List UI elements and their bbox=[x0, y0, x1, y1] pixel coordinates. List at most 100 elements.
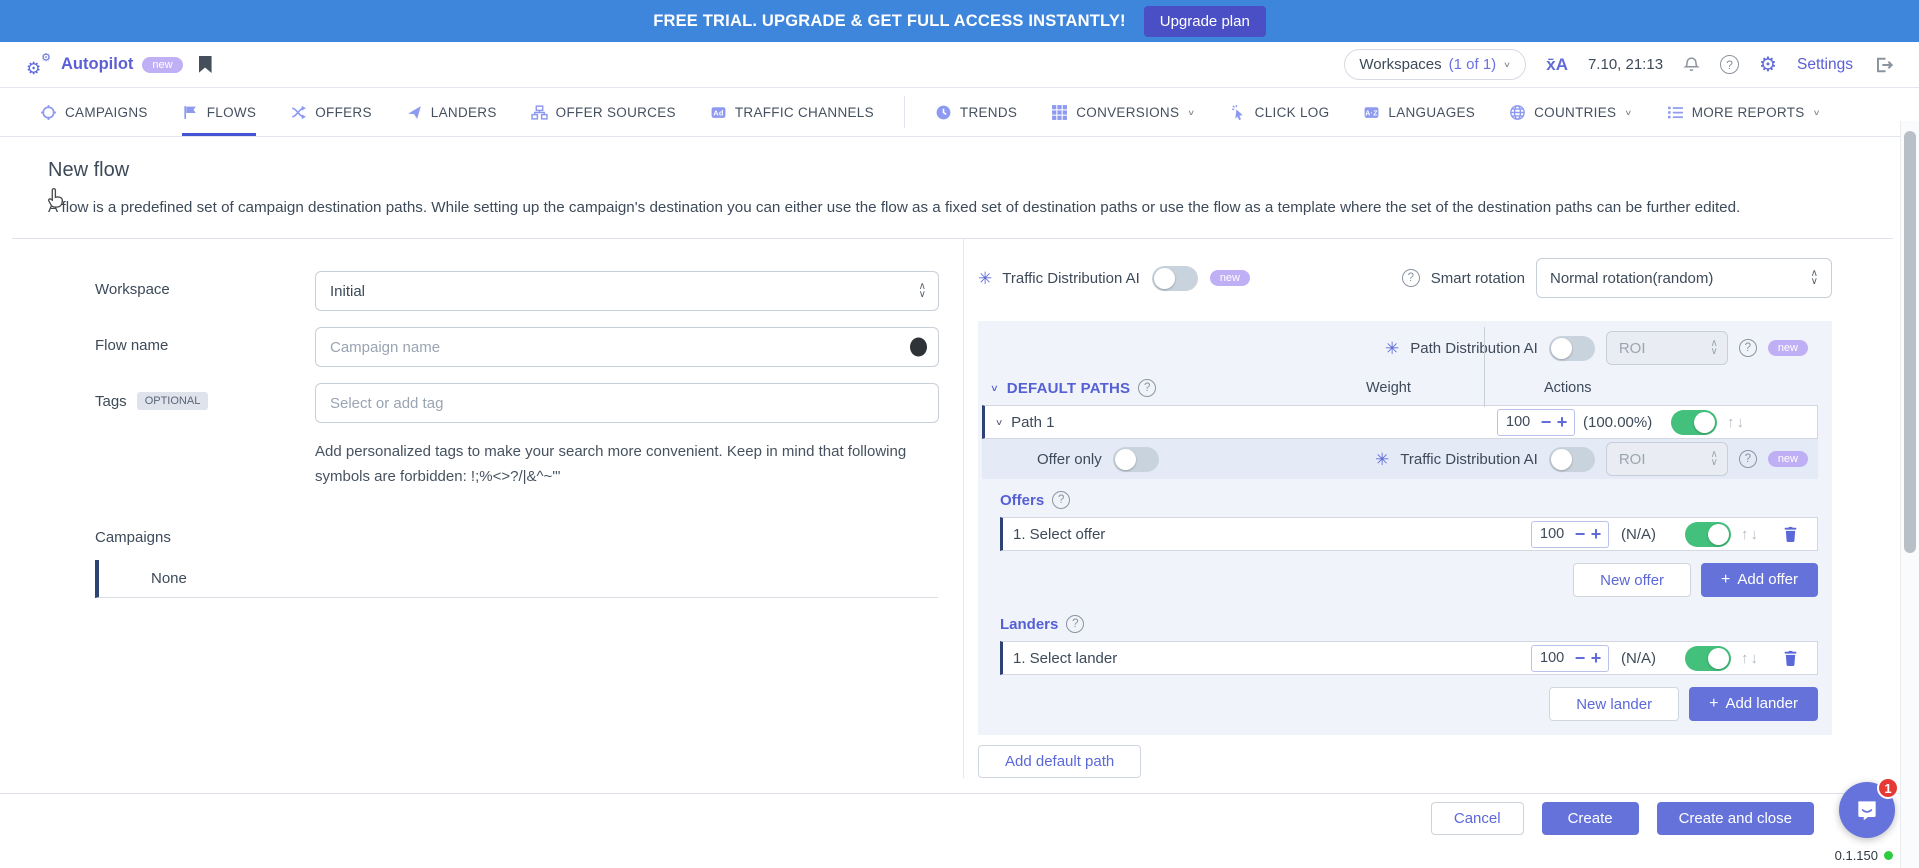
minus-icon[interactable]: − bbox=[1572, 525, 1588, 543]
tab-landers[interactable]: LANDERS bbox=[406, 88, 497, 136]
translate-icon[interactable]: x̄A bbox=[1546, 55, 1568, 75]
cancel-button[interactable]: Cancel bbox=[1431, 802, 1524, 835]
workspace-select[interactable]: Initial bbox=[315, 271, 939, 311]
flow-name-indicator-dot[interactable] bbox=[910, 338, 927, 357]
delete-lander-button[interactable] bbox=[1782, 649, 1799, 667]
workspaces-count: (1 of 1) bbox=[1449, 56, 1497, 73]
tags-help-text: Add personalized tags to make your searc… bbox=[315, 439, 945, 489]
default-paths-title[interactable]: DEFAULT PATHS bbox=[1007, 380, 1130, 397]
path-traffic-ai-label: Traffic Distribution AI bbox=[1400, 451, 1538, 468]
lander-weight-input[interactable] bbox=[1536, 650, 1572, 666]
move-down-icon[interactable]: ↓ bbox=[1737, 414, 1745, 431]
tab-more-reports[interactable]: MORE REPORTS ∨ bbox=[1667, 88, 1821, 136]
chat-unread-badge: 1 bbox=[1877, 777, 1899, 799]
create-and-close-button[interactable]: Create and close bbox=[1657, 802, 1814, 835]
tags-input[interactable] bbox=[315, 383, 939, 423]
flow-editor-card: Workspace Initial ∧∨ Flow name bbox=[12, 238, 1893, 778]
bookmark-icon[interactable] bbox=[199, 56, 212, 73]
minus-icon[interactable]: − bbox=[1538, 413, 1554, 431]
settings-gear-button[interactable]: ⚙ bbox=[1759, 55, 1777, 75]
scrollbar-track[interactable] bbox=[1900, 121, 1919, 868]
scrollbar-thumb[interactable] bbox=[1904, 131, 1916, 553]
lander-select-label[interactable]: 1. Select lander bbox=[1013, 650, 1117, 667]
collapse-chevron-icon[interactable]: ∨ bbox=[990, 383, 999, 394]
ai-icon: ✳ bbox=[1385, 340, 1399, 357]
path-enabled-toggle[interactable] bbox=[1671, 410, 1717, 435]
select-stepper-icon: ∧∨ bbox=[1710, 340, 1717, 356]
ai-icon: ✳ bbox=[1375, 451, 1389, 468]
clock-icon bbox=[935, 104, 952, 121]
sitemap-icon bbox=[531, 104, 548, 121]
move-up-icon[interactable]: ↑ bbox=[1727, 414, 1735, 431]
offers-help-icon[interactable]: ? bbox=[1052, 491, 1070, 509]
upgrade-plan-button[interactable]: Upgrade plan bbox=[1144, 6, 1266, 37]
flow-name-input[interactable] bbox=[315, 327, 939, 367]
path-ai-roi-select[interactable]: ROI ∧∨ bbox=[1606, 331, 1728, 365]
add-default-path-button[interactable]: Add default path bbox=[978, 745, 1141, 778]
collapse-chevron-icon[interactable]: ∨ bbox=[995, 417, 1003, 427]
paper-plane-icon bbox=[406, 104, 423, 121]
move-down-icon[interactable]: ↓ bbox=[1751, 650, 1759, 667]
tab-conversions[interactable]: CONVERSIONS ∨ bbox=[1051, 88, 1195, 136]
tab-click-log[interactable]: CLICK LOG bbox=[1230, 88, 1330, 136]
tab-flows[interactable]: FLOWS bbox=[182, 88, 257, 136]
path-ai-help-icon[interactable]: ? bbox=[1739, 339, 1757, 357]
traffic-ai-toggle[interactable] bbox=[1152, 266, 1198, 291]
datetime-text: 7.10, 21:13 bbox=[1588, 56, 1663, 73]
path-row[interactable]: ∨ Path 1 − + (100.00%) ↑ ↓ bbox=[982, 405, 1818, 439]
create-button[interactable]: Create bbox=[1542, 802, 1639, 835]
plus-icon[interactable]: + bbox=[1554, 413, 1570, 431]
notifications-button[interactable] bbox=[1683, 56, 1700, 73]
move-up-icon[interactable]: ↑ bbox=[1741, 526, 1749, 543]
new-lander-button[interactable]: New lander bbox=[1549, 687, 1679, 721]
chat-widget-button[interactable]: 1 bbox=[1839, 782, 1895, 838]
tab-offer-sources[interactable]: OFFER SOURCES bbox=[531, 88, 676, 136]
offer-only-toggle[interactable] bbox=[1113, 447, 1159, 472]
chevron-down-icon: ∨ bbox=[1503, 60, 1511, 69]
tab-offers[interactable]: OFFERS bbox=[290, 88, 372, 136]
path-ai-toggle[interactable] bbox=[1549, 336, 1595, 361]
offer-select-label[interactable]: 1. Select offer bbox=[1013, 526, 1105, 543]
path-traffic-ai-toggle[interactable] bbox=[1549, 447, 1595, 472]
optional-badge: OPTIONAL bbox=[137, 392, 209, 410]
path-weight-input[interactable] bbox=[1502, 414, 1538, 430]
offer-enabled-toggle[interactable] bbox=[1685, 522, 1731, 547]
plus-icon[interactable]: + bbox=[1588, 649, 1604, 667]
tab-campaigns[interactable]: CAMPAIGNS bbox=[40, 88, 148, 136]
offer-row[interactable]: 1. Select offer − + (N/A) ↑ ↓ bbox=[1000, 517, 1818, 551]
traffic-ai-help-icon[interactable]: ? bbox=[1739, 450, 1757, 468]
path-traffic-ai-roi-select[interactable]: ROI ∧∨ bbox=[1606, 442, 1728, 476]
smart-rotation-select[interactable]: Normal rotation(random) ∧∨ bbox=[1536, 258, 1832, 298]
move-up-icon[interactable]: ↑ bbox=[1741, 650, 1749, 667]
delete-offer-button[interactable] bbox=[1782, 525, 1799, 543]
settings-link[interactable]: Settings bbox=[1797, 56, 1853, 74]
help-button[interactable]: ? bbox=[1720, 55, 1739, 74]
tab-languages[interactable]: A·Z LANGUAGES bbox=[1363, 88, 1475, 136]
tab-traffic-channels[interactable]: Ad TRAFFIC CHANNELS bbox=[710, 88, 874, 136]
flow-name-label: Flow name bbox=[95, 327, 315, 367]
lander-row[interactable]: 1. Select lander − + (N/A) ↑ ↓ bbox=[1000, 641, 1818, 675]
tab-countries[interactable]: COUNTRIES ∨ bbox=[1509, 88, 1633, 136]
smart-rotation-help-icon[interactable]: ? bbox=[1402, 269, 1420, 287]
workspaces-selector[interactable]: Workspaces (1 of 1) ∨ bbox=[1344, 49, 1526, 80]
add-offer-button[interactable]: +Add offer bbox=[1701, 563, 1818, 597]
bell-icon bbox=[1683, 56, 1700, 73]
autopilot-brand[interactable]: ⚙⚙ Autopilot new bbox=[26, 53, 183, 77]
lander-enabled-toggle[interactable] bbox=[1685, 646, 1731, 671]
new-offer-button[interactable]: New offer bbox=[1573, 563, 1691, 597]
default-paths-help-icon[interactable]: ? bbox=[1138, 379, 1156, 397]
minus-icon[interactable]: − bbox=[1572, 649, 1588, 667]
tab-trends[interactable]: TRENDS bbox=[935, 88, 1017, 136]
path-ai-label: Path Distribution AI bbox=[1410, 340, 1538, 357]
status-dot bbox=[1884, 851, 1893, 860]
logout-button[interactable] bbox=[1873, 55, 1893, 75]
offer-weight-input[interactable] bbox=[1536, 526, 1572, 542]
campaigns-label: Campaigns bbox=[95, 529, 963, 546]
svg-text:Ad: Ad bbox=[713, 108, 724, 117]
landers-help-icon[interactable]: ? bbox=[1066, 615, 1084, 633]
add-lander-button[interactable]: +Add lander bbox=[1689, 687, 1818, 721]
offer-only-row: Offer only ✳ Traffic Distribution AI ROI… bbox=[982, 439, 1818, 479]
plus-icon[interactable]: + bbox=[1588, 525, 1604, 543]
move-down-icon[interactable]: ↓ bbox=[1751, 526, 1759, 543]
footer-bar: Cancel Create Create and close bbox=[0, 793, 1919, 868]
